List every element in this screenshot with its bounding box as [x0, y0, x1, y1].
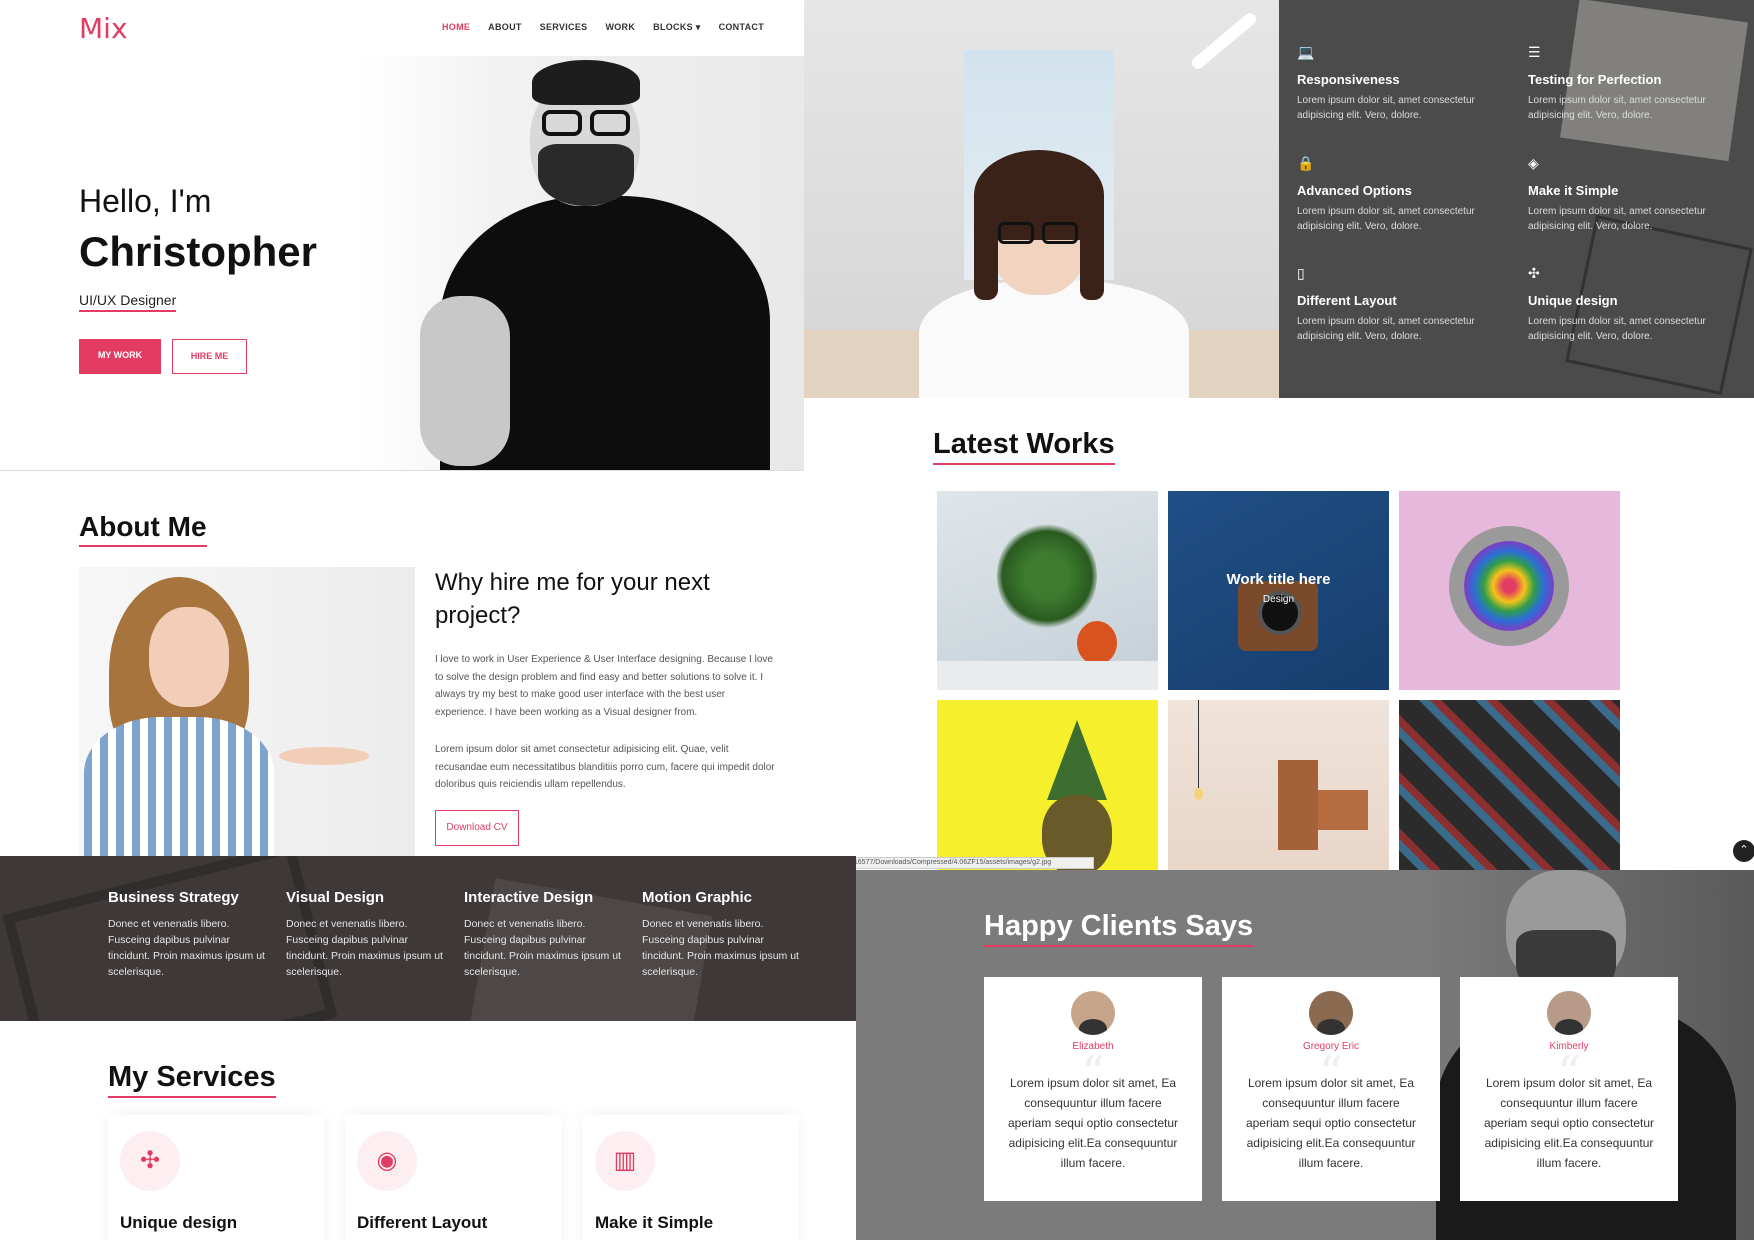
work-hover-title: Work title here [1226, 571, 1331, 588]
testimonial-text: Lorem ipsum dolor sit amet, Ea consequun… [1245, 1076, 1417, 1170]
skill-business-strategy: Business Strategy Donec et venenatis lib… [108, 889, 268, 980]
skill-text: Donec et venenatis libero. Fusceing dapi… [642, 918, 799, 978]
avatar [1309, 991, 1353, 1035]
nav-work[interactable]: WORK [605, 22, 635, 33]
feature-testing: ☰ Testing for Perfection Lorem ipsum dol… [1528, 44, 1728, 123]
hero-role: UI/UX Designer [79, 292, 177, 312]
skill-motion-graphic: Motion Graphic Donec et venenatis libero… [642, 889, 802, 980]
main-menu: HOME ABOUT SERVICES WORK BLOCKS ▾ CONTAC… [442, 22, 764, 33]
testimonials-section: Happy Clients Says Elizabeth “ Lorem ips… [856, 870, 1754, 1240]
work-tile-plant[interactable] [937, 491, 1158, 690]
bar-chart-icon: ▥ [595, 1131, 655, 1191]
feature-title: Different Layout [1297, 293, 1397, 308]
feature-title: Make it Simple [1528, 183, 1619, 198]
feature-responsiveness: 💻 Responsiveness Lorem ipsum dolor sit, … [1297, 44, 1497, 123]
work-tile-camera[interactable]: Work title here Design [1168, 491, 1389, 690]
about-paragraph-1: I love to work in User Experience & User… [435, 654, 773, 718]
about-heading: Why hire me for your next project? [435, 569, 710, 629]
services-title: My Services [108, 1061, 276, 1098]
feature-text: Lorem ipsum dolor sit, amet consectetur … [1528, 206, 1706, 232]
skill-title: Visual Design [286, 889, 385, 906]
hero-section: Mix HOME ABOUT SERVICES WORK BLOCKS ▾ CO… [0, 0, 804, 471]
back-to-top-button[interactable]: ⌃ [1733, 840, 1754, 862]
feature-text: Lorem ipsum dolor sit, amet consectetur … [1297, 206, 1475, 232]
mobile-icon: ▯ [1297, 265, 1305, 281]
nav-blocks-dropdown[interactable]: BLOCKS ▾ [653, 22, 700, 33]
about-title: About Me [79, 511, 207, 547]
testimonial-card: Elizabeth “ Lorem ipsum dolor sit amet, … [984, 977, 1202, 1201]
skill-text: Donec et venenatis libero. Fusceing dapi… [108, 918, 265, 978]
service-card-make-it-simple[interactable]: ▥ Make it Simple [583, 1115, 799, 1240]
feature-unique-design: ✣ Unique design Lorem ipsum dolor sit, a… [1528, 265, 1728, 344]
work-tile-pencils[interactable] [1399, 491, 1620, 690]
testimonial-text: Lorem ipsum dolor sit amet, Ea consequun… [1007, 1076, 1179, 1170]
about-section: About Me Why hire me for your next proje… [0, 471, 856, 856]
top-navbar: Mix HOME ABOUT SERVICES WORK BLOCKS ▾ CO… [0, 0, 804, 56]
feature-text: Lorem ipsum dolor sit, amet consectetur … [1297, 316, 1475, 342]
testimonial-card: Gregory Eric “ Lorem ipsum dolor sit ame… [1222, 977, 1440, 1201]
codepen-icon: ◈ [1528, 155, 1539, 171]
site-logo[interactable]: Mix [79, 12, 128, 45]
feature-text: Lorem ipsum dolor sit, amet consectetur … [1528, 316, 1706, 342]
feature-make-it-simple: ◈ Make it Simple Lorem ipsum dolor sit, … [1528, 155, 1728, 234]
skill-visual-design: Visual Design Donec et venenatis libero.… [286, 889, 446, 980]
skill-title: Business Strategy [108, 889, 239, 906]
skill-text: Donec et venenatis libero. Fusceing dapi… [286, 918, 443, 978]
feature-title: Advanced Options [1297, 183, 1412, 198]
service-card-unique-design[interactable]: ✣ Unique design [108, 1115, 324, 1240]
hero-greeting: Hello, I'm [79, 183, 212, 219]
services-section: My Services ✣ Unique design ◉ Different … [0, 1021, 856, 1240]
latest-works-section: Latest Works Work title here Design file… [804, 398, 1754, 870]
service-card-different-layout[interactable]: ◉ Different Layout [345, 1115, 561, 1240]
service-title: Make it Simple [595, 1213, 714, 1232]
testimonial-card: Kimberly “ Lorem ipsum dolor sit amet, E… [1460, 977, 1678, 1201]
nav-home[interactable]: HOME [442, 22, 470, 33]
work-tile-shelves[interactable] [1168, 700, 1389, 870]
service-title: Different Layout [357, 1213, 488, 1232]
feature-title: Unique design [1528, 293, 1618, 308]
avatar [1547, 991, 1591, 1035]
about-image [79, 567, 415, 856]
feature-text: Lorem ipsum dolor sit, amet consectetur … [1528, 95, 1706, 121]
hero-portrait-image [360, 56, 804, 470]
podcast-icon: ◉ [357, 1131, 417, 1191]
nav-contact[interactable]: CONTACT [719, 22, 764, 33]
work-tile-moodboard[interactable] [1399, 700, 1620, 870]
feature-different-layout: ▯ Different Layout Lorem ipsum dolor sit… [1297, 265, 1497, 344]
pinwheel-icon: ✣ [120, 1131, 180, 1191]
work-hover-category: Design [1262, 594, 1295, 605]
latest-works-title: Latest Works [933, 428, 1115, 465]
nav-about[interactable]: ABOUT [488, 22, 522, 33]
laptop-icon: 💻 [1297, 44, 1315, 60]
testimonials-title: Happy Clients Says [984, 910, 1254, 947]
avatar [1071, 991, 1115, 1035]
skill-text: Donec et venenatis libero. Fusceing dapi… [464, 918, 621, 978]
my-work-button[interactable]: MY WORK [79, 339, 161, 374]
feature-text: Lorem ipsum dolor sit, amet consectetur … [1297, 95, 1475, 121]
skill-title: Motion Graphic [642, 889, 752, 906]
skill-interactive-design: Interactive Design Donec et venenatis li… [464, 889, 624, 980]
hero-name: Christopher [79, 228, 318, 275]
skills-section: Business Strategy Donec et venenatis lib… [0, 856, 856, 1021]
hire-me-button[interactable]: HIRE ME [172, 339, 247, 374]
pinwheel-icon: ✣ [1528, 265, 1540, 281]
work-tile-pineapple[interactable] [937, 700, 1158, 870]
service-title: Unique design [120, 1213, 238, 1232]
testimonial-text: Lorem ipsum dolor sit amet, Ea consequun… [1483, 1076, 1655, 1170]
lock-icon: 🔒 [1297, 155, 1315, 171]
about-paragraph-2: Lorem ipsum dolor sit amet consectetur a… [435, 744, 775, 790]
skill-title: Interactive Design [464, 889, 594, 906]
database-icon: ☰ [1528, 44, 1541, 60]
nav-services[interactable]: SERVICES [540, 22, 588, 33]
feature-title: Responsiveness [1297, 72, 1400, 87]
features-section: 💻 Responsiveness Lorem ipsum dolor sit, … [1279, 0, 1754, 398]
feature-title: Testing for Perfection [1528, 72, 1662, 87]
workspace-image [804, 0, 1279, 398]
feature-advanced-options: 🔒 Advanced Options Lorem ipsum dolor sit… [1297, 155, 1497, 234]
download-cv-button[interactable]: Download CV [435, 810, 519, 846]
